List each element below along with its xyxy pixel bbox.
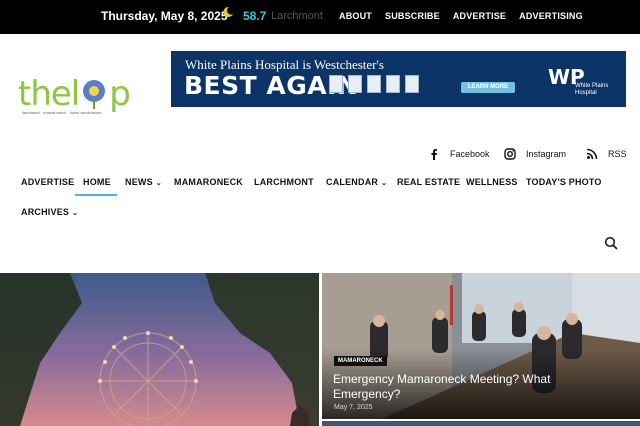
- instagram-icon: [504, 148, 516, 160]
- chevron-down-icon: ⌄: [72, 210, 79, 217]
- nav-item-news[interactable]: NEWS ⌄: [125, 177, 162, 187]
- ad-banner[interactable]: White Plains Hospital is Westchester's B…: [171, 51, 626, 107]
- featured-image-left[interactable]: [0, 273, 319, 426]
- nav-item-mamaroneck[interactable]: MAMARONECK: [174, 177, 243, 187]
- award-badge-icon: [367, 75, 381, 93]
- social-facebook[interactable]: Facebook: [428, 148, 490, 160]
- rss-icon: [586, 148, 598, 160]
- top-bar: Thursday, May 8, 2025 58.7 Larchmont ABO…: [0, 0, 640, 34]
- logo-wordmark: thel p: [18, 74, 131, 114]
- weather-location: Larchmont: [271, 10, 323, 22]
- nav-active-indicator: [75, 194, 117, 196]
- featured-post-right[interactable]: MAMARONECK Emergency Mamaroneck Meeting?…: [322, 273, 640, 419]
- award-badge-icon: [405, 75, 419, 93]
- nav-item-todays-photo[interactable]: TODAY'S PHOTO: [526, 177, 602, 187]
- award-badge-icon: [386, 75, 400, 93]
- nav-item-home[interactable]: HOME: [83, 177, 111, 187]
- logo-wordmark-right: p: [109, 74, 131, 114]
- nav-label: MAMARONECK: [174, 177, 243, 187]
- award-badge-icon: [348, 75, 362, 93]
- nav-label: LARCHMONT: [254, 177, 314, 187]
- social-label: RSS: [608, 149, 627, 159]
- site-logo[interactable]: thel p larchmont · mamaroneck · lower wes…: [18, 74, 150, 120]
- nav-item-real-estate[interactable]: REAL ESTATE: [397, 177, 460, 187]
- nav-item-advertise[interactable]: ADVERTISE: [21, 177, 74, 187]
- logo-tagline: larchmont · mamaroneck · lower westchest…: [22, 110, 102, 115]
- search-icon[interactable]: [604, 236, 618, 250]
- social-label: Facebook: [450, 149, 490, 159]
- social-label: Instagram: [526, 149, 567, 159]
- nav-label: NEWS: [125, 177, 153, 187]
- nav-item-archives[interactable]: ARCHIVES ⌄: [21, 207, 78, 217]
- nav-label: ADVERTISE: [21, 177, 75, 187]
- award-badges: [329, 75, 419, 93]
- top-link-about[interactable]: ABOUT: [339, 11, 372, 21]
- nav-label: REAL ESTATE: [397, 177, 461, 187]
- top-links: ABOUT SUBSCRIBE ADVERTISE ADVERTISING: [339, 11, 583, 21]
- nav-label: TODAY'S PHOTO: [526, 177, 602, 187]
- social-rss[interactable]: RSS: [586, 148, 627, 160]
- site-header: thel p larchmont · mamaroneck · lower wes…: [0, 34, 640, 264]
- next-post-strip[interactable]: [322, 421, 640, 426]
- ferris-wheel-photo: [0, 273, 319, 426]
- nav-item-larchmont[interactable]: LARCHMONT: [254, 177, 314, 187]
- banner-cta-button[interactable]: LEARN MORE: [461, 82, 515, 93]
- social-instagram[interactable]: Instagram: [504, 148, 566, 160]
- nav-label: WELLNESS: [466, 177, 518, 187]
- logo-wordmark-left: thel: [18, 74, 80, 114]
- flower-icon: [83, 80, 106, 109]
- award-badge-icon: [329, 75, 343, 93]
- nav-label: CALENDAR: [326, 177, 379, 187]
- category-badge[interactable]: MAMARONECK: [334, 356, 387, 366]
- top-link-subscribe[interactable]: SUBSCRIBE: [385, 11, 440, 21]
- current-date: Thursday, May 8, 2025: [101, 9, 228, 23]
- banner-brand-name: White Plains Hospital: [575, 83, 609, 96]
- nav-label: HOME: [83, 177, 111, 187]
- nav-item-calendar[interactable]: CALENDAR ⌄: [326, 177, 387, 187]
- chevron-down-icon: ⌄: [381, 180, 388, 187]
- top-link-advertise[interactable]: ADVERTISE: [453, 11, 506, 21]
- moon-icon: [223, 6, 233, 17]
- top-link-advertising[interactable]: ADVERTISING: [519, 11, 583, 21]
- nav-item-wellness[interactable]: WELLNESS: [466, 177, 518, 187]
- post-date: May 7, 2025: [334, 404, 373, 411]
- temperature: 58.7: [243, 9, 267, 23]
- post-title[interactable]: Emergency Mamaroneck Meeting? What Emerg…: [333, 372, 603, 402]
- facebook-icon: [431, 149, 437, 160]
- nav-label: ARCHIVES: [21, 207, 70, 217]
- chevron-down-icon: ⌄: [155, 180, 162, 187]
